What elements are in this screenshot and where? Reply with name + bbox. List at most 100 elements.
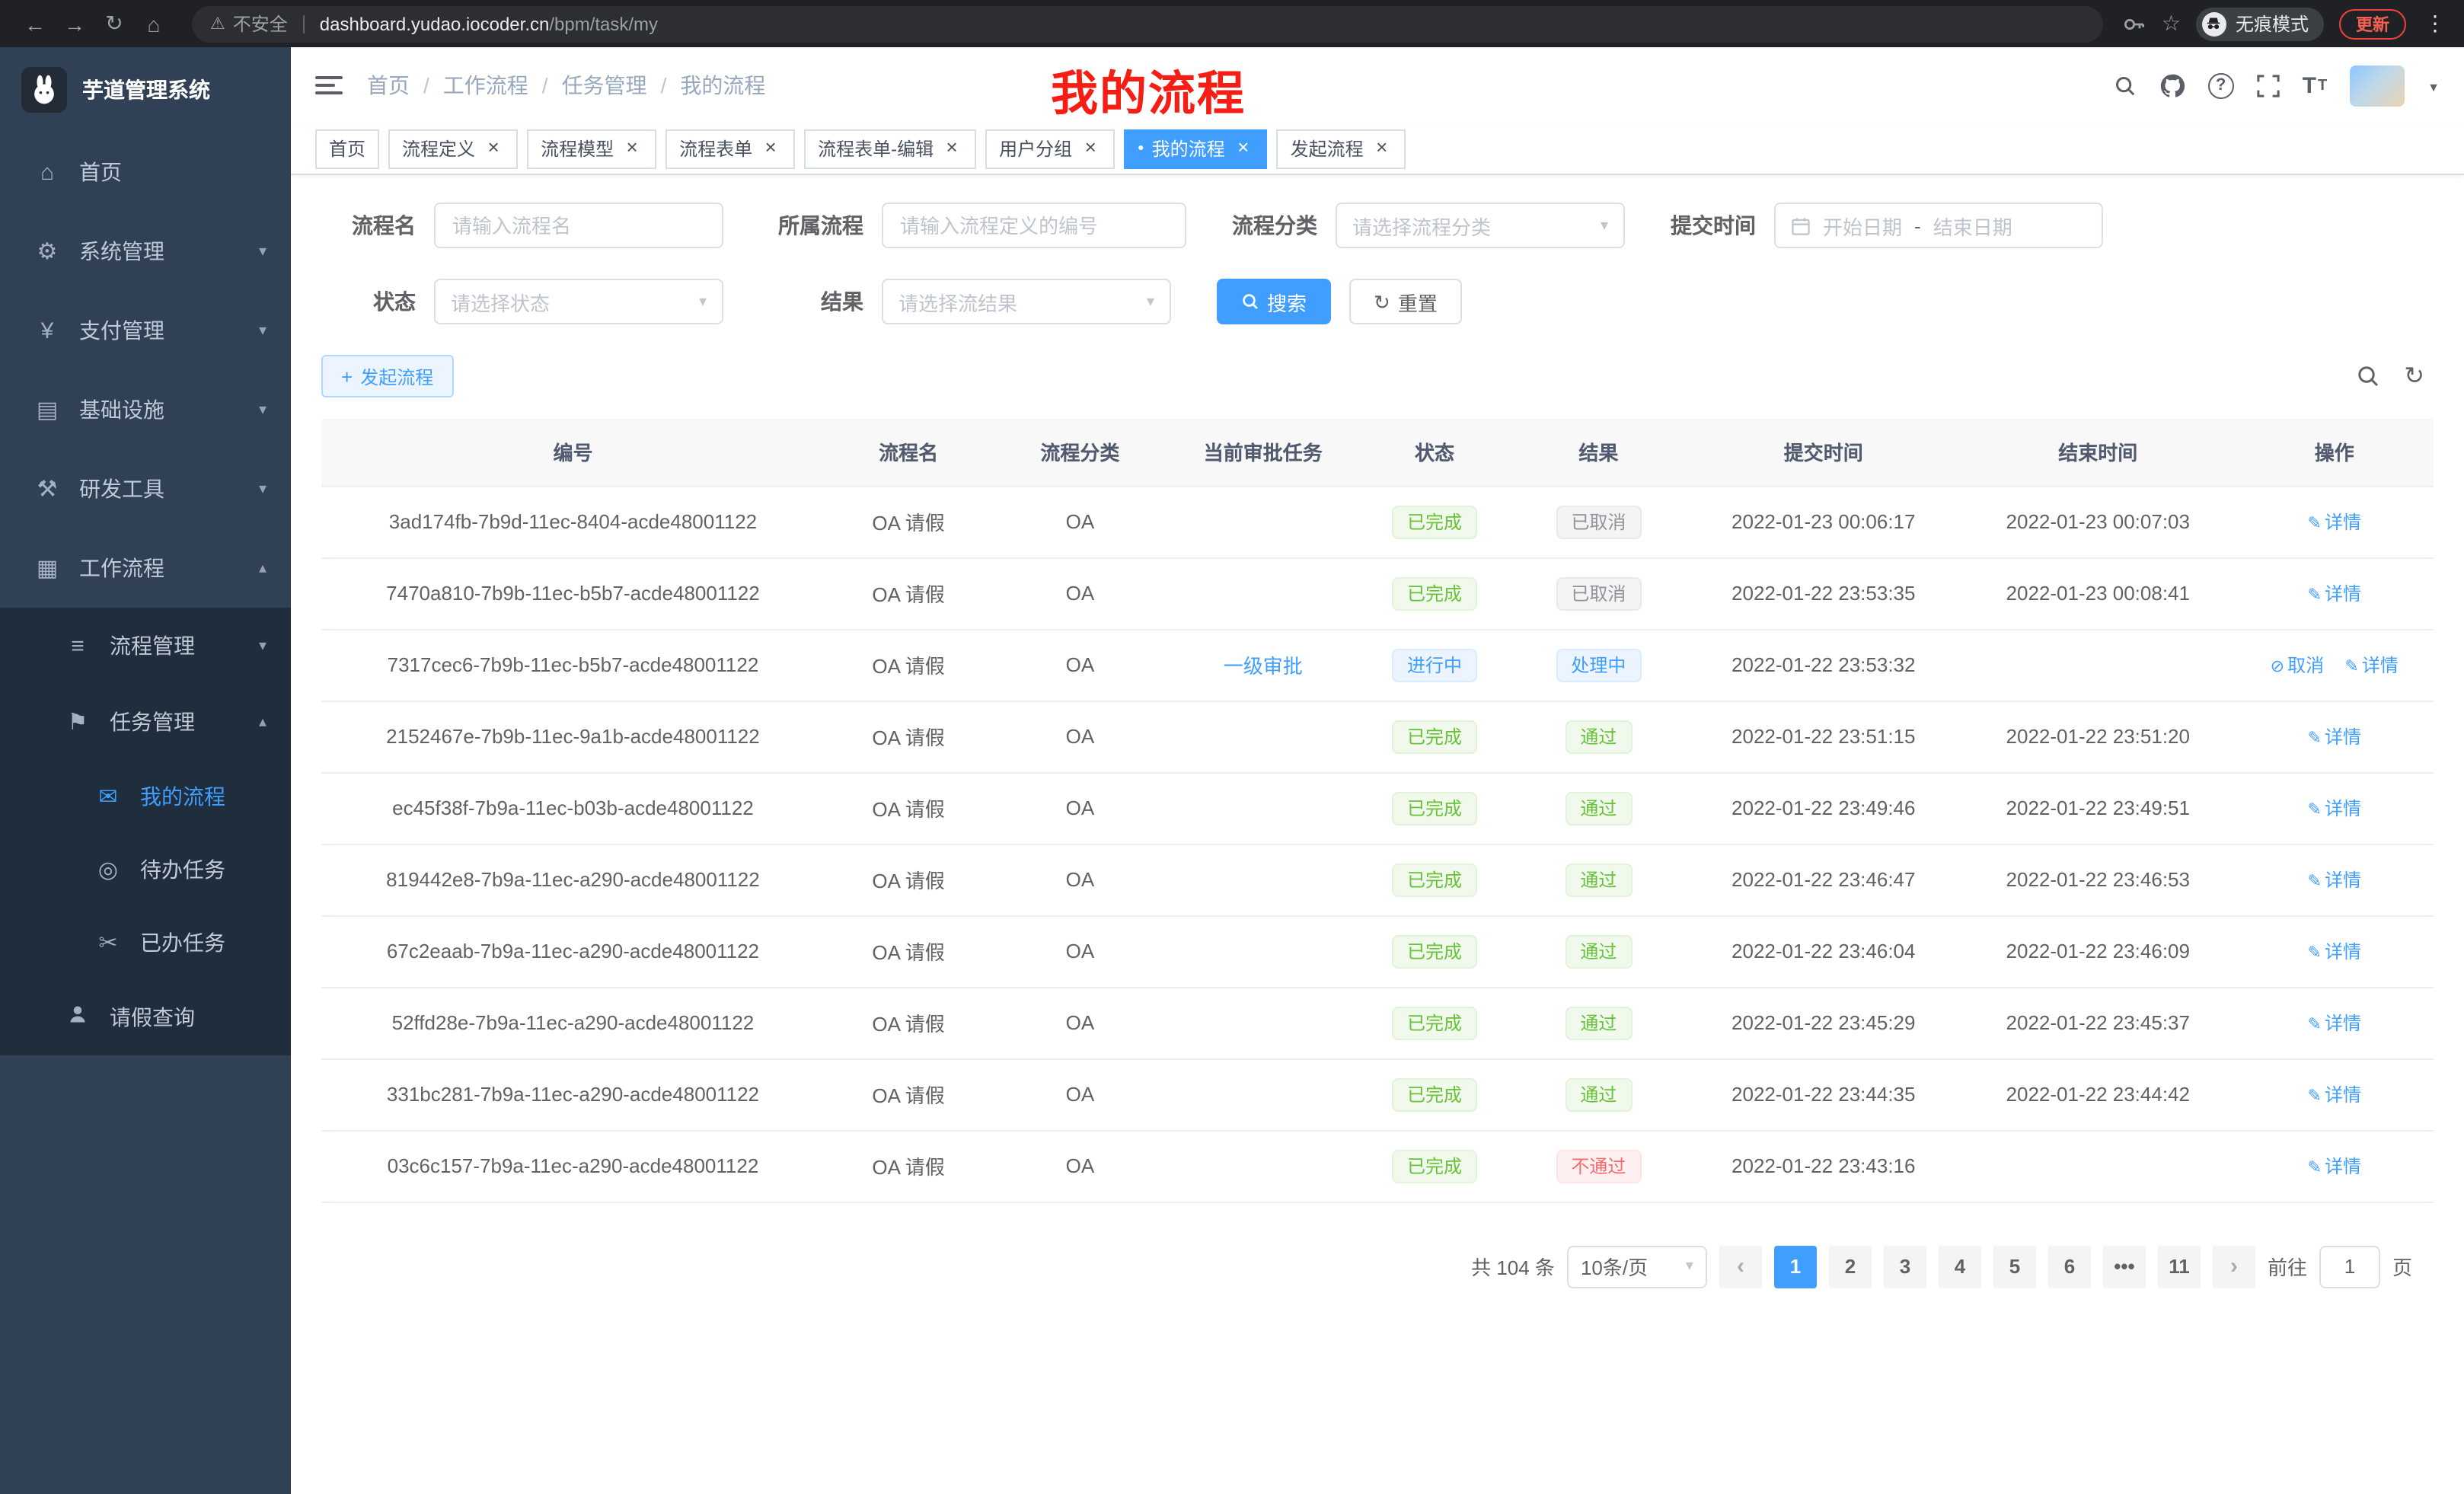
incognito-badge: 无痕模式 <box>2196 7 2324 40</box>
sidebar-item-payment[interactable]: ¥ 支付管理 ▾ <box>0 291 291 370</box>
address-bar[interactable]: ⚠ 不安全 dashboard.yudao.iocoder.cn /bpm/ta… <box>192 5 2104 42</box>
close-icon[interactable]: × <box>1233 138 1254 159</box>
browser-menu-icon[interactable]: ⋮ <box>2421 11 2449 37</box>
status-select[interactable]: 请选择状态 ▾ <box>434 279 723 324</box>
tab-home[interactable]: 首页 <box>315 129 379 168</box>
tab-process-form-edit[interactable]: 流程表单-编辑 × <box>804 129 976 168</box>
col-status: 状态 <box>1358 419 1511 486</box>
page-size-select[interactable]: 10条/页 ▾ <box>1567 1245 1707 1288</box>
password-key-icon[interactable] <box>2122 11 2146 36</box>
bookmark-star-icon[interactable]: ☆ <box>2162 11 2181 37</box>
page-button-3[interactable]: 3 <box>1884 1245 1926 1288</box>
col-task: 当前审批任务 <box>1168 419 1358 486</box>
sidebar-item-workflow[interactable]: ▦ 工作流程 ▴ <box>0 528 291 608</box>
search-toggle-icon[interactable] <box>2355 364 2379 388</box>
close-icon[interactable]: × <box>483 138 504 159</box>
table-toolbar-right: ↻ <box>2355 361 2424 391</box>
back-icon[interactable]: ← <box>15 4 55 43</box>
forward-icon[interactable]: → <box>55 4 94 43</box>
page-button-11[interactable]: 11 <box>2158 1245 2201 1288</box>
page-button-6[interactable]: 6 <box>2048 1245 2091 1288</box>
process-name-input[interactable] <box>434 203 723 248</box>
category-select[interactable]: 请选择流程分类 ▾ <box>1336 203 1625 248</box>
tab-start-process[interactable]: 发起流程 × <box>1277 129 1406 168</box>
result-select[interactable]: 请选择流结果 ▾ <box>882 279 1171 324</box>
detail-link[interactable]: ✎详情 <box>2308 798 2361 819</box>
fullscreen-icon[interactable] <box>2257 74 2280 97</box>
close-icon[interactable]: × <box>760 138 781 159</box>
sidebar-item-home[interactable]: ⌂ 首页 <box>0 132 291 212</box>
next-page-button[interactable]: › <box>2213 1245 2255 1288</box>
close-icon[interactable]: × <box>1080 138 1101 159</box>
tab-process-model[interactable]: 流程模型 × <box>527 129 656 168</box>
category-label: 流程分类 <box>1232 210 1317 241</box>
detail-link[interactable]: ✎详情 <box>2308 941 2361 962</box>
detail-link[interactable]: ✎详情 <box>2308 870 2361 891</box>
end-date-placeholder: 结束日期 <box>1933 211 2012 240</box>
page-button-5[interactable]: 5 <box>1993 1245 2036 1288</box>
refresh-icon[interactable]: ↻ <box>2404 361 2424 391</box>
page-ellipsis[interactable]: ••• <box>2103 1245 2146 1288</box>
detail-link[interactable]: ✎详情 <box>2308 512 2361 533</box>
prev-page-button[interactable]: ‹ <box>1719 1245 1762 1288</box>
breadcrumb: 首页 / 工作流程 / 任务管理 / 我的流程 <box>367 70 765 101</box>
detail-link[interactable]: ✎详情 <box>2344 655 2398 676</box>
address-separator <box>303 14 305 33</box>
detail-link[interactable]: ✎详情 <box>2308 1013 2361 1034</box>
search-icon[interactable] <box>2114 74 2137 97</box>
tab-my-process[interactable]: ● 我的流程 × <box>1124 129 1268 168</box>
breadcrumb-item-home[interactable]: 首页 <box>367 70 410 101</box>
sidebar-item-leave-query[interactable]: 请假查询 <box>0 979 291 1055</box>
reset-button[interactable]: ↻ 重置 <box>1349 279 1462 324</box>
close-icon[interactable]: × <box>941 138 962 159</box>
sidebar-item-task-mgmt[interactable]: ⚑ 任务管理 ▴ <box>0 684 291 760</box>
reload-icon[interactable]: ↻ <box>94 4 134 43</box>
close-icon[interactable]: × <box>1371 138 1393 159</box>
filter-submit-time: 提交时间 开始日期 - 结束日期 <box>1671 203 2103 248</box>
page-button-4[interactable]: 4 <box>1939 1245 1981 1288</box>
detail-link[interactable]: ✎详情 <box>2308 1156 2361 1177</box>
sidebar-item-system[interactable]: ⚙ 系统管理 ▾ <box>0 212 291 291</box>
cancel-link[interactable]: ⊘取消 <box>2271 655 2324 676</box>
process-table: 编号 流程名 流程分类 当前审批任务 状态 结果 提交时间 结束时间 操作 <box>321 419 2434 1202</box>
logo-avatar-icon <box>21 67 67 113</box>
detail-link[interactable]: ✎详情 <box>2308 1084 2361 1106</box>
search-button[interactable]: 搜索 <box>1217 279 1331 324</box>
update-button[interactable]: 更新 <box>2339 8 2406 39</box>
tab-process-form[interactable]: 流程表单 × <box>665 129 795 168</box>
user-avatar[interactable] <box>2350 65 2405 106</box>
detail-link[interactable]: ✎详情 <box>2308 583 2361 605</box>
caret-down-icon[interactable]: ▼ <box>2427 80 2440 94</box>
tab-user-group[interactable]: 用户分组 × <box>985 129 1115 168</box>
security-label[interactable]: 不安全 <box>233 11 288 37</box>
parent-process-input[interactable] <box>882 203 1186 248</box>
sidebar-item-todo-tasks[interactable]: ◎ 待办任务 <box>0 833 291 906</box>
page-content: 流程名 所属流程 流程分类 请选择流程分类 ▾ <box>291 175 2464 1494</box>
close-icon[interactable]: × <box>621 138 643 159</box>
text-size-icon[interactable]: TT <box>2303 72 2328 98</box>
incognito-label: 无痕模式 <box>2236 11 2309 37</box>
detail-link[interactable]: ✎详情 <box>2308 726 2361 748</box>
tab-process-definition[interactable]: 流程定义 × <box>388 129 518 168</box>
help-icon[interactable]: ? <box>2208 72 2234 98</box>
sidebar-item-infra[interactable]: ▤ 基础设施 ▾ <box>0 370 291 449</box>
sidebar-item-done-tasks[interactable]: ✂ 已办任务 <box>0 906 291 979</box>
page-button-1[interactable]: 1 <box>1774 1245 1817 1288</box>
breadcrumb-item-workflow[interactable]: 工作流程 <box>443 70 528 101</box>
submit-time-label: 提交时间 <box>1671 210 1756 241</box>
github-icon[interactable] <box>2159 72 2185 98</box>
date-range-picker[interactable]: 开始日期 - 结束日期 <box>1774 203 2103 248</box>
hamburger-icon[interactable] <box>315 76 343 94</box>
app-logo[interactable]: 芋道管理系统 <box>0 47 291 132</box>
home-icon[interactable]: ⌂ <box>134 4 174 43</box>
table-row: 67c2eaab-7b9a-11ec-a290-acde48001122 OA … <box>321 915 2434 987</box>
create-process-button[interactable]: + 发起流程 <box>321 355 453 397</box>
breadcrumb-item-task-mgmt[interactable]: 任务管理 <box>562 70 647 101</box>
table-row: 331bc281-7b9a-11ec-a290-acde48001122 OA … <box>321 1058 2434 1130</box>
sidebar-item-devtools[interactable]: ⚒ 研发工具 ▾ <box>0 449 291 528</box>
goto-page-input[interactable] <box>2319 1245 2380 1288</box>
page-button-2[interactable]: 2 <box>1829 1245 1872 1288</box>
sidebar-item-process-mgmt[interactable]: ≡ 流程管理 ▾ <box>0 608 291 684</box>
person-icon <box>61 1004 94 1031</box>
sidebar-item-my-process[interactable]: ✉ 我的流程 <box>0 760 291 833</box>
